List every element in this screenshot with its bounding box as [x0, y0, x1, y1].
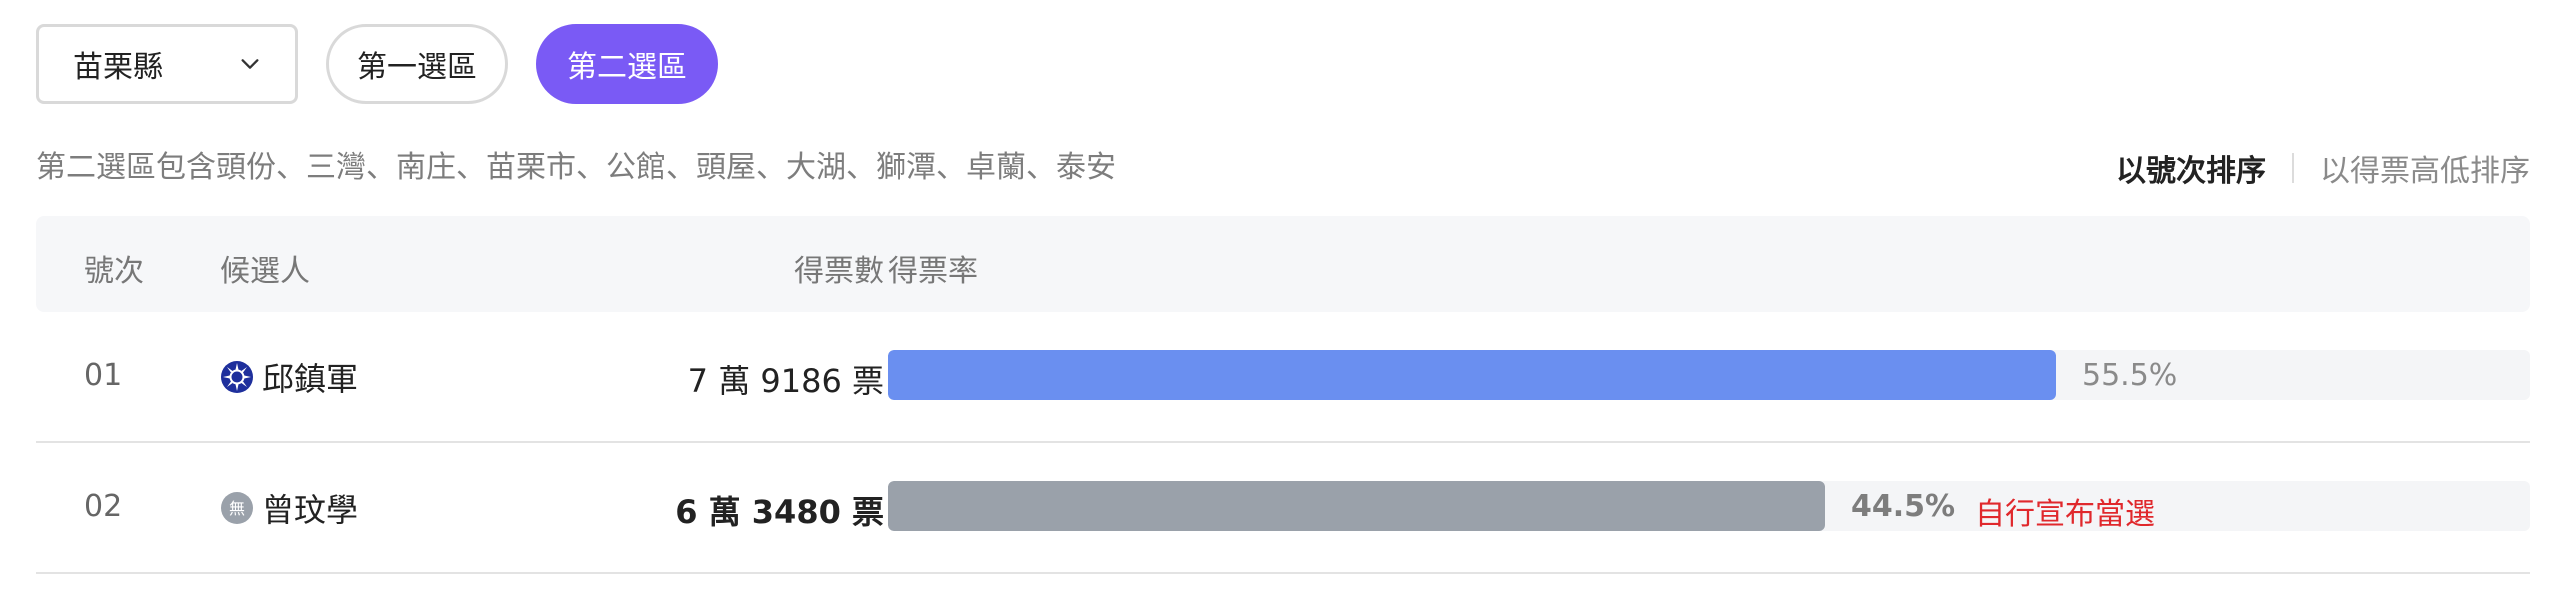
- district-tab-1[interactable]: 第一選區: [326, 24, 508, 104]
- sort-by-number[interactable]: 以號次排序: [2116, 146, 2266, 190]
- svg-text:無: 無: [229, 499, 245, 518]
- candidate-cell: 邱鎮軍: [220, 354, 358, 400]
- district-description: 第二選區包含頭份、三灣、南庄、苗栗市、公館、頭屋、大湖、獅潭、卓蘭、泰安: [36, 150, 1116, 185]
- results-table: 號次 候選人 得票數 得票率 01 邱鎮軍 7 萬 9186 票 55.5% 0…: [36, 216, 2530, 574]
- filter-controls: 苗栗縣 第一選區 第二選區: [36, 24, 718, 104]
- vote-rate-bar: [888, 350, 2530, 400]
- candidate-votes: 6 萬 3480 票: [675, 493, 884, 531]
- candidate-number: 01: [84, 358, 123, 393]
- district-tab-2-label: 第二選區: [567, 50, 687, 85]
- header-candidate: 候選人: [220, 254, 310, 289]
- header-number: 號次: [84, 254, 144, 289]
- county-select[interactable]: 苗栗縣: [36, 24, 298, 104]
- table-row: 02 無 曾玟學 6 萬 3480 票 44.5% 自行宣布當選: [36, 443, 2530, 574]
- candidate-number: 02: [84, 489, 123, 524]
- candidate-cell: 無 曾玟學: [220, 485, 358, 531]
- vote-rate-fill: [888, 481, 1825, 531]
- vote-rate-label: 44.5%: [1851, 489, 1956, 524]
- vote-rate-fill: [888, 350, 2056, 400]
- sort-by-votes[interactable]: 以得票高低排序: [2320, 146, 2530, 190]
- header-votes: 得票數: [794, 254, 884, 289]
- county-select-value: 苗栗縣: [73, 50, 163, 85]
- district-tab-2[interactable]: 第二選區: [536, 24, 718, 104]
- chevron-down-icon: [241, 59, 259, 69]
- header-rate: 得票率: [888, 254, 978, 289]
- candidate-name: 曾玟學: [262, 491, 359, 529]
- vote-rate-bar: [888, 481, 2530, 531]
- district-tab-1-label: 第一選區: [357, 50, 477, 85]
- candidate-name: 邱鎮軍: [262, 360, 359, 398]
- kmt-emblem-icon: [221, 361, 253, 393]
- table-row: 01 邱鎮軍 7 萬 9186 票 55.5%: [36, 312, 2530, 443]
- sort-options: 以號次排序 以得票高低排序: [2116, 146, 2530, 190]
- vote-rate-label: 55.5%: [2082, 358, 2178, 393]
- status-note: 自行宣布當選: [1975, 497, 2155, 532]
- sort-divider: [2292, 153, 2294, 183]
- table-header: 號次 候選人 得票數 得票率: [36, 216, 2530, 312]
- candidate-votes: 7 萬 9186 票: [687, 362, 884, 400]
- independent-icon: 無: [221, 492, 253, 524]
